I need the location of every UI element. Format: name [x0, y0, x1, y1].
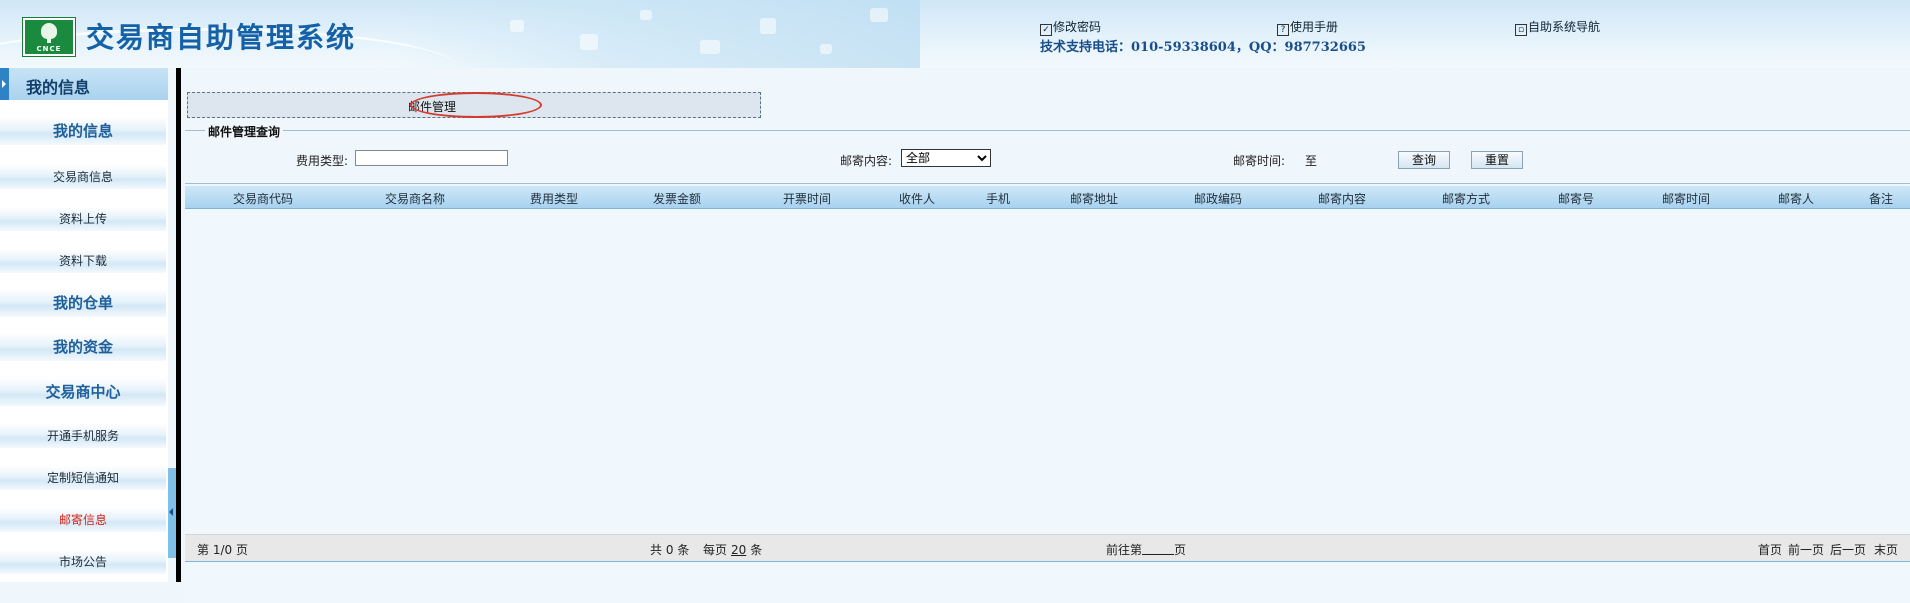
sidebar-item-mail-info[interactable]: 邮寄信息: [0, 508, 166, 532]
nav-icon: ▫: [1515, 24, 1527, 36]
first-page-link[interactable]: 首页: [1758, 541, 1782, 558]
next-page-link[interactable]: 后一页: [1830, 541, 1866, 558]
sidebar-item-my-info[interactable]: 我的信息: [0, 117, 166, 145]
sidebar-item-upload[interactable]: 资料上传: [0, 207, 166, 231]
sidebar-item-my-warrants[interactable]: 我的仓单: [0, 289, 166, 317]
column-header-invoice-amount[interactable]: 发票金额: [653, 190, 701, 207]
search-button[interactable]: 查询: [1398, 151, 1450, 169]
total-prefix: 共: [650, 543, 663, 557]
column-header-mail-method[interactable]: 邮寄方式: [1442, 190, 1490, 207]
goto-suffix: 页: [1174, 543, 1187, 557]
pagination-bar: 第 1/0 页 共 0 条 每页 20 条 前往第页 首页 前一页 后一页 末页: [185, 534, 1910, 562]
user-manual-label: 使用手册: [1290, 20, 1339, 34]
column-header-mail-address[interactable]: 邮寄地址: [1070, 190, 1118, 207]
logo-text: CNCE: [36, 45, 62, 53]
column-header-trader-name[interactable]: 交易商名称: [385, 190, 445, 207]
mail-content-label: 邮寄内容:: [840, 154, 893, 168]
table-header: 交易商代码 交易商名称 费用类型 发票金额 开票时间 收件人 手机 邮寄地址 邮…: [185, 186, 1910, 209]
support-contact: 技术支持电话：010-59338604，QQ：987732665: [1040, 40, 1366, 55]
sidebar-collapse-handle[interactable]: [168, 468, 176, 558]
main-content: 邮件管理 邮件管理查询 费用类型: 邮寄内容: 全部 邮寄时间: 至 查询 重置…: [181, 68, 1910, 603]
sidebar-header-label: 我的信息: [26, 78, 91, 97]
app-header: CNCE 交易商自助管理系统 ✓ 修改密码 ? 使用手册 ▫ 自助系统导航 技术支持电…: [0, 0, 1910, 68]
sidebar-item-mobile-service[interactable]: 开通手机服务: [0, 424, 166, 448]
user-manual-link[interactable]: ? 使用手册: [1277, 18, 1338, 36]
reset-button[interactable]: 重置: [1471, 151, 1523, 169]
sidebar-item-my-funds[interactable]: 我的资金: [0, 333, 166, 361]
query-panel: 邮件管理查询 费用类型: 邮寄内容: 全部 邮寄时间: 至 查询 重置: [185, 123, 1910, 184]
column-header-mailer[interactable]: 邮寄人: [1778, 190, 1814, 207]
total-count-value: 0: [665, 543, 674, 557]
column-header-trader-code[interactable]: 交易商代码: [233, 190, 293, 207]
highlight-oval: [410, 92, 542, 118]
goto-page-input[interactable]: [1142, 544, 1175, 555]
column-header-recipient[interactable]: 收件人: [899, 190, 935, 207]
column-header-mail-content[interactable]: 邮寄内容: [1318, 190, 1366, 207]
sidebar-item-download[interactable]: 资料下载: [0, 249, 166, 273]
column-header-invoice-time[interactable]: 开票时间: [783, 190, 831, 207]
total-count: 共 0 条: [650, 541, 689, 558]
per-page-suffix: 条: [750, 543, 763, 557]
system-nav-link[interactable]: ▫ 自助系统导航: [1515, 18, 1600, 36]
breadcrumb: 邮件管理: [187, 92, 761, 118]
column-header-fee-type[interactable]: 费用类型: [530, 190, 578, 207]
column-header-mail-time[interactable]: 邮寄时间: [1662, 190, 1710, 207]
change-password-link[interactable]: ✓ 修改密码: [1040, 18, 1101, 36]
per-page: 每页 20 条: [703, 541, 762, 558]
sidebar-header[interactable]: 我的信息: [0, 68, 168, 100]
last-page-link[interactable]: 末页: [1874, 541, 1898, 558]
cnce-logo: CNCE: [23, 18, 75, 56]
chevron-right-icon: [2, 80, 6, 88]
mail-content-select[interactable]: 全部: [901, 149, 991, 167]
per-page-prefix: 每页: [703, 543, 728, 557]
mail-time-label: 邮寄时间:: [1233, 154, 1286, 168]
mail-time-to-label: 至: [1305, 154, 1318, 168]
goto-prefix: 前往第: [1106, 543, 1143, 557]
column-header-mobile[interactable]: 手机: [986, 190, 1010, 207]
header-decoration: [400, 0, 920, 68]
column-header-remarks[interactable]: 备注: [1869, 190, 1893, 207]
system-nav-label: 自助系统导航: [1528, 20, 1601, 34]
sidebar-item-trader-info[interactable]: 交易商信息: [0, 165, 166, 189]
column-header-postal-code[interactable]: 邮政编码: [1194, 190, 1242, 207]
prev-page-link[interactable]: 前一页: [1788, 541, 1824, 558]
fee-type-label: 费用类型:: [296, 154, 349, 168]
page-info: 第 1/0 页: [197, 543, 248, 557]
sidebar-item-trader-center[interactable]: 交易商中心: [0, 378, 166, 406]
column-header-mail-number[interactable]: 邮寄号: [1558, 190, 1594, 207]
checkbox-icon: ✓: [1040, 24, 1052, 36]
sidebar-item-market-notice[interactable]: 市场公告: [0, 550, 166, 574]
fee-type-input[interactable]: [355, 150, 508, 166]
goto-page: 前往第 页: [1106, 541, 1186, 558]
query-legend: 邮件管理查询: [205, 123, 284, 140]
per-page-value[interactable]: 20: [727, 543, 750, 557]
total-suffix: 条: [677, 543, 690, 557]
change-password-label: 修改密码: [1053, 20, 1102, 34]
sidebar-item-sms-notify[interactable]: 定制短信通知: [0, 466, 166, 490]
system-title: 交易商自助管理系统: [86, 21, 357, 54]
manual-icon: ?: [1277, 24, 1289, 36]
sidebar: 我的信息 我的信息 交易商信息 资料上传 资料下载 我的仓单 我的资金 交易商中…: [0, 68, 168, 582]
